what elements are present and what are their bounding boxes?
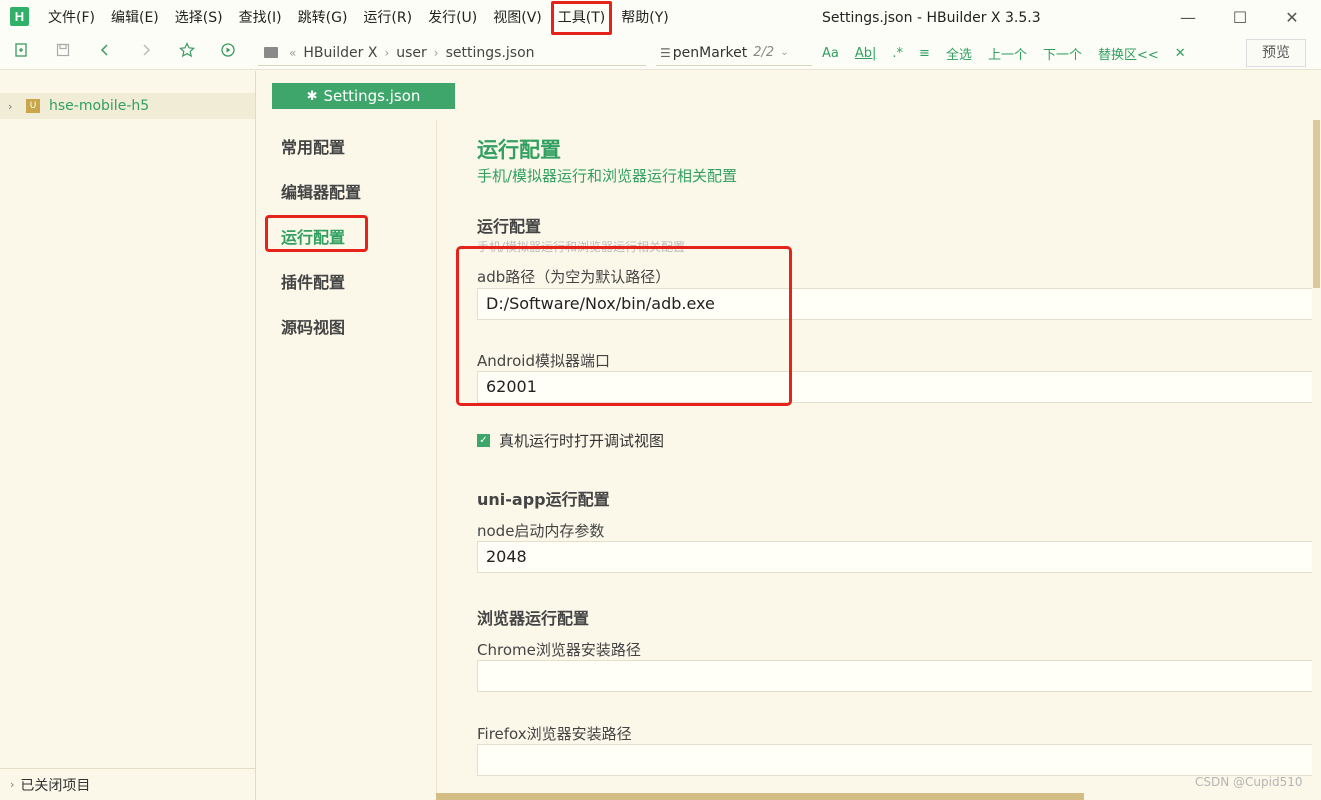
preview-button[interactable]: 预览 — [1246, 39, 1306, 67]
folder-icon — [264, 47, 278, 58]
align-icon[interactable]: ≡ — [919, 46, 930, 61]
chevron-right-icon[interactable]: › — [8, 100, 20, 113]
find-prev-button[interactable]: 上一个 — [988, 44, 1027, 63]
tab-label: Settings.json — [323, 87, 421, 105]
page-title: 运行配置 — [477, 138, 561, 162]
nav-common-settings[interactable]: 常用配置 — [281, 134, 345, 158]
project-sidebar: › U hse-mobile-h5 › 已关闭项目 — [0, 71, 256, 800]
menu-edit[interactable]: 编辑(E) — [103, 0, 167, 36]
menu-tools[interactable]: 工具(T) — [550, 0, 613, 36]
replace-toggle-button[interactable]: 替换区<< — [1098, 44, 1159, 63]
chrome-path-input[interactable] — [477, 660, 1312, 692]
find-next-button[interactable]: 下一个 — [1043, 44, 1082, 63]
annotation-highlight — [265, 215, 368, 252]
find-tools: Aa Ab| .* ≡ 全选 上一个 下一个 替换区<< ✕ — [822, 40, 1202, 66]
breadcrumb-separator-icon: › — [433, 45, 439, 60]
find-query: penMarket — [672, 44, 748, 61]
breadcrumb-dir[interactable]: user — [396, 45, 427, 61]
breadcrumb: « HBuilder X › user › settings.json — [258, 40, 646, 66]
find-options-icon[interactable]: ☰ — [660, 46, 671, 60]
closed-projects-item[interactable]: › 已关闭项目 — [0, 768, 255, 800]
breadcrumb-overflow-icon[interactable]: « — [289, 46, 296, 60]
nav-source-view[interactable]: 源码视图 — [281, 314, 345, 338]
minimize-button[interactable]: — — [1176, 6, 1200, 30]
run-icon[interactable] — [217, 42, 239, 64]
menu-help[interactable]: 帮助(Y) — [613, 0, 676, 36]
menu-view[interactable]: 视图(V) — [485, 0, 550, 36]
checkbox-checked-icon[interactable]: ✓ — [477, 434, 490, 447]
menu-select[interactable]: 选择(S) — [167, 0, 231, 36]
chrome-path-label: Chrome浏览器安装路径 — [477, 641, 641, 659]
back-icon[interactable] — [94, 42, 116, 64]
find-history-chevron-icon[interactable]: ⌄ — [780, 47, 788, 58]
node-memory-input[interactable]: 2048 — [477, 541, 1312, 573]
project-item[interactable]: › U hse-mobile-h5 — [0, 93, 255, 119]
uniapp-section-title: uni-app运行配置 — [477, 490, 610, 509]
maximize-button[interactable]: ☐ — [1228, 6, 1252, 30]
nav-editor-settings[interactable]: 编辑器配置 — [281, 179, 361, 203]
scrollbar-thumb[interactable] — [1313, 120, 1320, 288]
horizontal-scrollbar[interactable] — [436, 793, 1084, 800]
find-input[interactable]: ☰ penMarket 2/2 ⌄ — [656, 40, 812, 66]
menu-publish[interactable]: 发行(U) — [420, 0, 485, 36]
match-case-button[interactable]: Aa — [822, 46, 839, 61]
settings-content: 运行配置 手机/模拟器运行和浏览器运行相关配置 运行配置 手机/模拟器运行和浏览… — [436, 120, 1312, 793]
save-icon[interactable] — [52, 42, 74, 64]
node-memory-label: node启动内存参数 — [477, 522, 605, 540]
annotation-highlight — [456, 246, 792, 406]
tab-settings-json[interactable]: ✱ Settings.json — [272, 83, 455, 109]
vertical-scrollbar[interactable] — [1312, 120, 1321, 800]
star-icon[interactable] — [176, 42, 198, 64]
menu-run[interactable]: 运行(R) — [355, 0, 420, 36]
regex-button[interactable]: .* — [892, 46, 903, 61]
match-word-button[interactable]: Ab| — [855, 46, 877, 61]
menu-file[interactable]: 文件(F) — [40, 0, 103, 36]
menu-find[interactable]: 查找(I) — [231, 0, 290, 36]
close-find-icon[interactable]: ✕ — [1175, 46, 1186, 61]
chevron-right-icon[interactable]: › — [10, 778, 14, 791]
run-section-title: 运行配置 — [477, 217, 542, 236]
page-subtitle: 手机/模拟器运行和浏览器运行相关配置 — [477, 167, 738, 185]
find-match-count: 2/2 — [753, 45, 775, 60]
menu-goto[interactable]: 跳转(G) — [290, 0, 356, 36]
close-window-button[interactable]: ✕ — [1280, 6, 1304, 30]
uniapp-project-icon: U — [26, 99, 40, 113]
window-title: Settings.json - HBuilder X 3.5.3 — [822, 10, 1041, 26]
select-all-button[interactable]: 全选 — [946, 44, 972, 63]
firefox-path-input[interactable] — [477, 744, 1312, 776]
new-file-icon[interactable] — [10, 42, 32, 64]
menu-bar: 文件(F) 编辑(E) 选择(S) 查找(I) 跳转(G) 运行(R) 发行(U… — [40, 0, 677, 36]
watermark: CSDN @Cupid510 — [1195, 775, 1303, 789]
closed-projects-label: 已关闭项目 — [20, 777, 91, 794]
forward-icon[interactable] — [135, 42, 157, 64]
project-name: hse-mobile-h5 — [49, 98, 150, 114]
title-bar: H 文件(F) 编辑(E) 选择(S) 查找(I) 跳转(G) 运行(R) 发行… — [0, 0, 1321, 36]
gear-icon: ✱ — [306, 88, 318, 104]
firefox-path-label: Firefox浏览器安装路径 — [477, 725, 632, 743]
breadcrumb-separator-icon: › — [384, 45, 390, 60]
hbuilder-logo-icon: H — [10, 7, 29, 26]
nav-plugin-settings[interactable]: 插件配置 — [281, 269, 345, 293]
breadcrumb-root[interactable]: HBuilder X — [303, 45, 377, 61]
browser-section-title: 浏览器运行配置 — [477, 609, 590, 628]
debug-view-label: 真机运行时打开调试视图 — [499, 432, 665, 450]
toolbar: « HBuilder X › user › settings.json ☰ pe… — [0, 36, 1321, 70]
debug-view-checkbox-row[interactable]: ✓ 真机运行时打开调试视图 — [477, 430, 664, 451]
breadcrumb-file[interactable]: settings.json — [446, 45, 535, 61]
